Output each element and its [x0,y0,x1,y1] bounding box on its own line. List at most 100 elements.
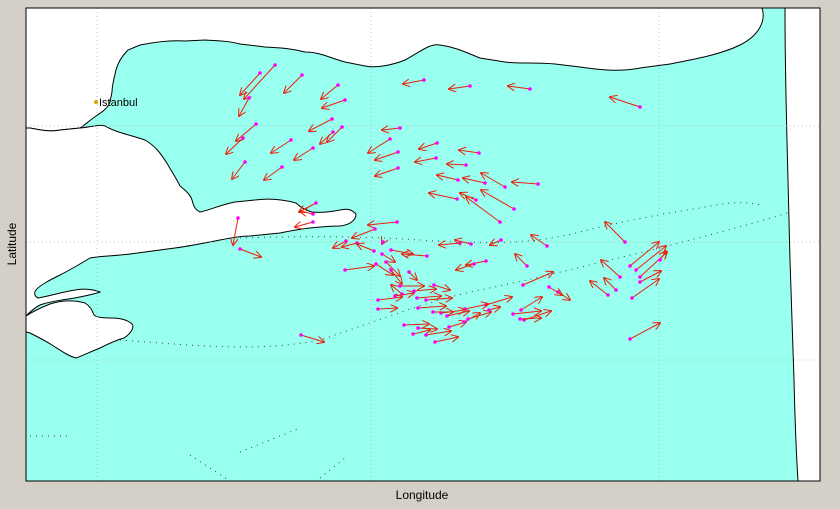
vector-origin-point [331,130,335,134]
vector-origin-point [398,126,402,130]
vector-origin-point [519,308,523,312]
vector-origin-point [396,150,400,154]
vector-origin-point [380,252,384,256]
vector-origin-point [630,296,634,300]
vector-origin-point [468,84,472,88]
vector-origin-point [614,288,618,292]
vector-origin-point [299,333,303,337]
vector-origin-point [503,185,507,189]
vector-origin-point [411,332,415,336]
vector-origin-point [376,307,380,311]
vector-origin-point [638,280,642,284]
vector-origin-point [499,238,503,242]
vector-origin-point [289,138,293,142]
vector-origin-point [344,239,348,243]
city-istanbul: Istanbul [94,97,138,109]
vector-origin-point [384,260,388,264]
city-marker [94,100,98,104]
vector-origin-point [474,198,478,202]
y-axis-label: Latitude [5,222,19,265]
x-axis-label: Longitude [396,488,449,502]
vector-origin-point [374,262,378,266]
vector-origin-point [638,105,642,109]
vector-origin-point [280,165,284,169]
vector-origin-point [300,73,304,77]
vector-origin-point [528,87,532,91]
vector-origin-point [456,178,460,182]
vector-origin-point [416,306,420,310]
vector-origin-point [273,63,277,67]
vector-origin-point [330,117,334,121]
vector-origin-point [395,220,399,224]
vector-origin-point [336,83,340,87]
vector-origin-point [536,182,540,186]
vector-origin-point [372,249,376,253]
vector-origin-point [412,289,416,293]
vector-origin-point [343,98,347,102]
vector-origin-point [407,270,411,274]
vector-origin-point [241,136,245,140]
vector-origin-point [340,125,344,129]
vector-origin-point [445,314,449,318]
vector-origin-point [425,254,429,258]
vector-origin-point [545,244,549,248]
vector-origin-point [398,284,402,288]
vector-origin-point [511,312,515,316]
vector-origin-point [628,337,632,341]
vector-origin-point [424,333,428,337]
city-label: Istanbul [99,97,138,109]
vector-origin-point [258,71,262,75]
vector-origin-point [424,298,428,302]
vector-origin-point [311,212,315,216]
vector-origin-point [422,78,426,82]
vector-origin-point [455,197,459,201]
map-figure: Istanbul Longitude Latitude [5,7,821,502]
vector-origin-point [236,216,240,220]
vector-origin-point [634,268,638,272]
vector-origin-point [477,151,481,155]
vector-origin-point [484,259,488,263]
vector-origin-point [381,240,385,244]
vector-origin-point [521,283,525,287]
vector-origin-point [466,317,470,321]
vector-origin-point [396,166,400,170]
vector-origin-point [518,317,522,321]
vector-origin-point [247,96,251,100]
vector-origin-point [463,307,467,311]
vector-origin-point [311,220,315,224]
vector-origin-point [435,141,439,145]
vector-origin-point [658,258,662,262]
vector-origin-point [547,285,551,289]
vector-origin-point [628,264,632,268]
vector-origin-point [314,201,318,205]
vector-origin-point [618,275,622,279]
vector-origin-point [243,160,247,164]
vector-origin-point [469,242,473,246]
vector-origin-point [389,268,393,272]
vector-origin-point [433,340,437,344]
vector-origin-point [462,320,466,324]
vector-origin-point [402,323,406,327]
vector-origin-point [388,137,392,141]
vector-origin-point [311,146,315,150]
vector-origin-point [415,296,419,300]
vector-origin-point [498,220,502,224]
vector-origin-point [464,163,468,167]
vector-origin-point [623,240,627,244]
vector-origin-point [606,293,610,297]
vector-origin-point [525,264,529,268]
vector-origin-point [416,326,420,330]
vector-origin-point [389,248,393,252]
vector-origin-point [447,325,451,329]
vector-origin-point [487,308,491,312]
vector-origin-point [472,262,476,266]
vector-origin-point [434,156,438,160]
vector-origin-point [238,247,242,251]
vector-origin-point [512,207,516,211]
vector-origin-point [432,283,436,287]
vector-origin-point [483,181,487,185]
vector-origin-point [254,122,258,126]
vector-origin-point [638,275,642,279]
vector-origin-point [376,298,380,302]
vector-origin-point [343,268,347,272]
